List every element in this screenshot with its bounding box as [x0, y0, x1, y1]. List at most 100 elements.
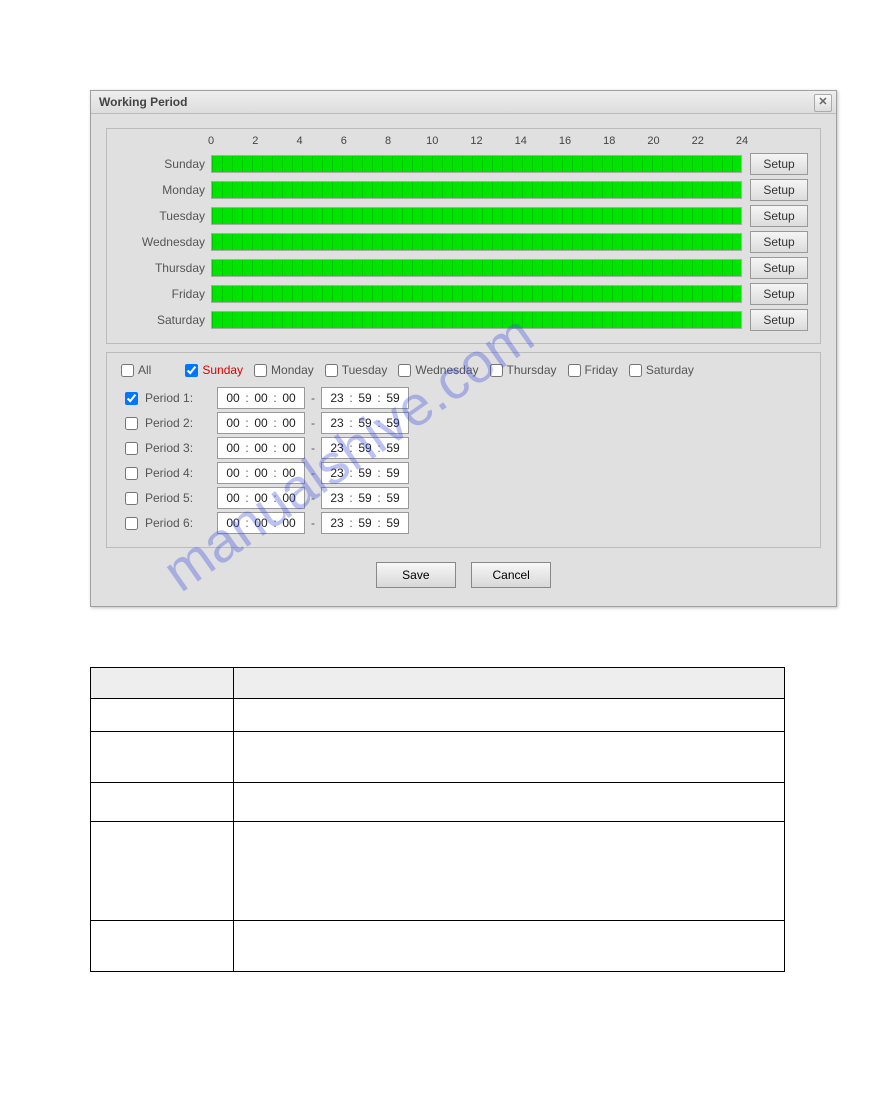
period-label: Period 5:	[145, 491, 193, 505]
day-bar[interactable]	[211, 311, 742, 329]
period-label: Period 6:	[145, 516, 193, 530]
periods-editor: All Sunday Monday Tuesday Wednesday Thur…	[106, 352, 821, 548]
period-row: Period 6: 00:00:00-23:59:59	[121, 512, 806, 534]
time-separator: -	[311, 491, 315, 505]
setup-button[interactable]: Setup	[750, 257, 808, 279]
setup-button[interactable]: Setup	[750, 179, 808, 201]
schedule-row: Thursday Setup	[117, 255, 808, 281]
titlebar: Working Period ✕	[91, 91, 836, 114]
end-time-input[interactable]: 23:59:59	[321, 512, 409, 534]
period-label: Period 3:	[145, 441, 193, 455]
period-checkbox[interactable]: Period 1:	[121, 389, 217, 408]
dialog-title: Working Period	[99, 95, 187, 109]
checkbox-day-wednesday[interactable]: Wednesday	[398, 363, 478, 377]
checkbox-day-thursday[interactable]: Thursday	[490, 363, 557, 377]
checkbox-day-input[interactable]	[325, 364, 338, 377]
hour-tick: 16	[559, 135, 571, 147]
checkbox-day-friday[interactable]: Friday	[568, 363, 618, 377]
end-time-input[interactable]: 23:59:59	[321, 437, 409, 459]
checkbox-day-tuesday[interactable]: Tuesday	[325, 363, 388, 377]
checkbox-day-saturday[interactable]: Saturday	[629, 363, 694, 377]
cancel-button[interactable]: Cancel	[471, 562, 551, 588]
checkbox-day-input[interactable]	[185, 364, 198, 377]
setup-button[interactable]: Setup	[750, 205, 808, 227]
checkbox-day-label: Friday	[585, 363, 618, 377]
checkbox-all[interactable]: All	[121, 363, 151, 377]
hour-tick: 20	[647, 135, 659, 147]
day-label: Saturday	[117, 313, 211, 327]
time-separator: -	[311, 391, 315, 405]
close-icon[interactable]: ✕	[814, 94, 832, 112]
schedule-row: Friday Setup	[117, 281, 808, 307]
period-checkbox[interactable]: Period 3:	[121, 439, 217, 458]
day-label: Sunday	[117, 157, 211, 171]
hour-tick: 6	[341, 135, 347, 147]
period-row: Period 1:00:00:00-23:59:59	[121, 387, 806, 409]
day-bar[interactable]	[211, 207, 742, 225]
time-separator: -	[311, 441, 315, 455]
checkbox-day-label: Monday	[271, 363, 314, 377]
hour-axis: 024681012141618202224	[211, 135, 742, 151]
schedule-row: TuesdaySetup	[117, 203, 808, 229]
setup-button[interactable]: Setup	[750, 309, 808, 331]
period-checkbox-input[interactable]	[125, 417, 138, 430]
period-checkbox-input[interactable]	[125, 492, 138, 505]
setup-button[interactable]: Setup	[750, 283, 808, 305]
setup-button[interactable]: Setup	[750, 153, 808, 175]
checkbox-day-label: Saturday	[646, 363, 694, 377]
end-time-input[interactable]: 23:59:59	[321, 487, 409, 509]
checkbox-day-input[interactable]	[490, 364, 503, 377]
hour-tick: 8	[385, 135, 391, 147]
period-row: Period 4:00:00:00-23:59:59	[121, 462, 806, 484]
hour-tick: 4	[296, 135, 302, 147]
start-time-input[interactable]: 00:00:00	[217, 412, 305, 434]
checkbox-day-input[interactable]	[568, 364, 581, 377]
period-checkbox[interactable]: Period 5:	[121, 489, 217, 508]
schedule-row: Monday Setup	[117, 177, 808, 203]
day-bar[interactable]	[211, 233, 742, 251]
start-time-input[interactable]: 00:00:00	[217, 487, 305, 509]
time-separator: -	[311, 466, 315, 480]
hour-tick: 24	[736, 135, 748, 147]
time-separator: -	[311, 516, 315, 530]
checkbox-day-sunday[interactable]: Sunday	[185, 363, 243, 377]
start-time-input[interactable]: 00:00:00	[217, 512, 305, 534]
time-separator: -	[311, 416, 315, 430]
schedule-row: Saturday Setup	[117, 307, 808, 333]
hour-tick: 0	[208, 135, 214, 147]
checkbox-all-input[interactable]	[121, 364, 134, 377]
day-label: Friday	[117, 287, 211, 301]
day-label: Thursday	[117, 261, 211, 275]
hour-tick: 18	[603, 135, 615, 147]
period-checkbox[interactable]: Period 4:	[121, 464, 217, 483]
period-checkbox-input[interactable]	[125, 467, 138, 480]
period-checkbox[interactable]: Period 2:	[121, 414, 217, 433]
period-checkbox-input[interactable]	[125, 392, 138, 405]
checkbox-day-input[interactable]	[254, 364, 267, 377]
hour-tick: 2	[252, 135, 258, 147]
end-time-input[interactable]: 23:59:59	[321, 387, 409, 409]
start-time-input[interactable]: 00:00:00	[217, 437, 305, 459]
day-bar[interactable]	[211, 155, 742, 173]
period-checkbox[interactable]: Period 6:	[121, 514, 217, 533]
day-label: Monday	[117, 183, 211, 197]
checkbox-day-input[interactable]	[629, 364, 642, 377]
hour-tick: 14	[515, 135, 527, 147]
save-button[interactable]: Save	[376, 562, 456, 588]
start-time-input[interactable]: 00:00:00	[217, 387, 305, 409]
end-time-input[interactable]: 23:59:59	[321, 462, 409, 484]
checkbox-day-input[interactable]	[398, 364, 411, 377]
day-bar[interactable]	[211, 285, 742, 303]
start-time-input[interactable]: 00:00:00	[217, 462, 305, 484]
schedule-row: Sunday Setup	[117, 151, 808, 177]
end-time-input[interactable]: 23:59:59	[321, 412, 409, 434]
day-label: Wednesday	[117, 235, 211, 249]
setup-button[interactable]: Setup	[750, 231, 808, 253]
day-bar[interactable]	[211, 181, 742, 199]
period-checkbox-input[interactable]	[125, 442, 138, 455]
day-bar[interactable]	[211, 259, 742, 277]
schedule-chart: 024681012141618202224 SundaySetupMondayS…	[106, 128, 821, 344]
period-checkbox-input[interactable]	[125, 517, 138, 530]
checkbox-day-monday[interactable]: Monday	[254, 363, 314, 377]
period-row: Period 3: 00:00:00-23:59:59	[121, 437, 806, 459]
